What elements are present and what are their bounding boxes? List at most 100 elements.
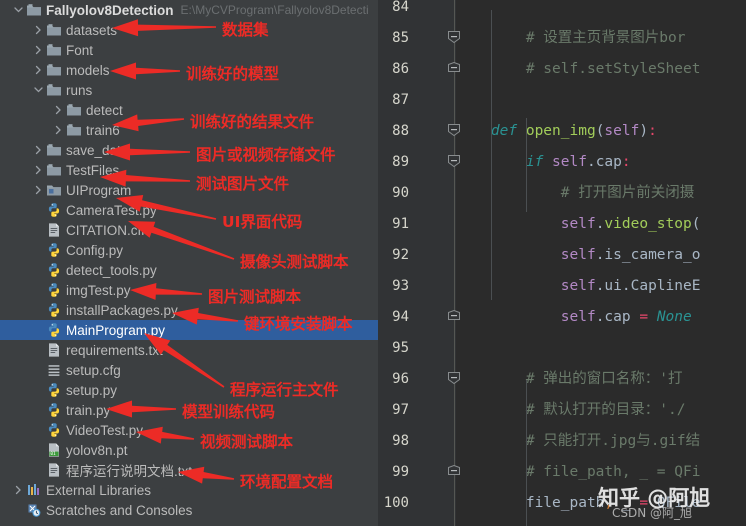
code-line[interactable]: self.video_stop( [456,209,701,240]
chevron-right-icon[interactable] [32,60,45,80]
chevron-right-icon[interactable] [32,140,45,160]
tree-item-label: save_data [66,142,129,158]
code-line[interactable]: # 弹出的窗口名称：'打 [456,364,683,395]
tree-item-label: setup.py [66,382,118,398]
code-line[interactable]: if not file_path: [456,519,674,526]
chevron-placeholder-icon [32,320,45,340]
line-number: 101 [378,519,409,526]
tree-row[interactable]: External Libraries [0,480,378,500]
line-number: 99 [392,464,409,480]
tree-item-label: External Libraries [46,482,152,498]
code-line[interactable]: file_path, _ = QFile [456,488,701,519]
tree-row[interactable]: setup.py [0,380,378,400]
code-line[interactable]: self.cap = None [456,302,692,333]
tree-item-label: Scratches and Consoles [46,502,193,518]
folder-icon [45,62,62,78]
fold-start-marker-icon[interactable] [448,23,461,54]
tree-row[interactable]: TestFiles [0,160,378,180]
line-number: 87 [392,92,409,108]
code-line[interactable]: # 只能打开.jpg与.gif结 [456,426,700,457]
tree-row[interactable]: installPackages.py [0,300,378,320]
editor-gutter[interactable]: 8485868788899091929394959697989910010110… [378,0,456,526]
line-number: 97 [392,402,409,418]
tree-item-label: train6 [86,122,120,138]
tree-row[interactable]: requirements.txt [0,340,378,360]
chevron-right-icon[interactable] [32,20,45,40]
chevron-right-icon[interactable] [32,40,45,60]
config-file-icon [45,362,62,378]
line-number: 91 [392,216,409,232]
tree-row[interactable]: MainProgram.py [0,320,378,340]
line-number: 90 [392,185,409,201]
fold-end-marker-icon[interactable] [448,457,461,488]
chevron-right-icon[interactable] [52,100,65,120]
tree-row[interactable]: 01 yolov8n.pt [0,440,378,460]
tree-row[interactable]: imgTest.py [0,280,378,300]
tree-item-label: TestFiles [66,162,120,178]
code-line[interactable]: def open_img(self): [456,116,657,147]
tree-row[interactable]: 程序运行说明文档.txt [0,460,378,480]
text-file-icon [45,462,62,478]
folder-icon [45,162,62,178]
tree-row-root[interactable]: Fallyolov8Detection E:\MyCVProgram\Fallyo… [0,0,378,20]
folder-icon [65,122,82,138]
chevron-right-icon[interactable] [52,120,65,140]
tree-row[interactable]: VideoTest.py [0,420,378,440]
tree-row[interactable]: detect [0,100,378,120]
fold-start-marker-icon[interactable] [448,364,461,395]
code-editor-panel[interactable]: 8485868788899091929394959697989910010110… [378,0,746,526]
tree-row[interactable]: runs [0,80,378,100]
code-line[interactable]: # 默认打开的目录：'./ [456,395,686,426]
code-line[interactable]: # file_path, _ = QFi [456,457,701,488]
line-number: 93 [392,278,409,294]
fold-end-marker-icon[interactable] [448,302,461,333]
python-file-icon [45,302,62,318]
folder-icon [45,22,62,38]
line-number: 84 [392,0,409,15]
fold-end-marker-icon[interactable] [448,54,461,85]
chevron-right-icon[interactable] [12,480,25,500]
indent-guide [491,10,492,300]
line-number: 98 [392,433,409,449]
chevron-placeholder-icon [12,500,25,520]
folder-icon [45,142,62,158]
chevron-placeholder-icon [32,360,45,380]
tree-row[interactable]: UIProgram [0,180,378,200]
fold-start-marker-icon[interactable] [448,147,461,178]
code-line[interactable]: # self.setStyleSheet [456,54,701,85]
chevron-down-icon[interactable] [12,0,25,20]
fold-start-marker-icon[interactable] [448,116,461,147]
chevron-down-icon[interactable] [32,80,45,100]
chevron-placeholder-icon [32,220,45,240]
line-number: 100 [383,495,409,511]
chevron-right-icon[interactable] [32,160,45,180]
tree-row[interactable]: CITATION.cff [0,220,378,240]
project-tree-panel[interactable]: Fallyolov8Detection E:\MyCVProgram\Fallyo… [0,0,378,526]
tree-row[interactable]: CameraTest.py [0,200,378,220]
tree-item-label: Config.py [66,242,124,258]
chevron-placeholder-icon [32,400,45,420]
chevron-placeholder-icon [32,460,45,480]
tree-row[interactable]: train.py [0,400,378,420]
tree-row[interactable]: Scratches and Consoles [0,500,378,520]
tree-item-label: UIProgram [66,182,132,198]
tree-row[interactable]: Font [0,40,378,60]
tree-row[interactable]: save_data [0,140,378,160]
tree-row[interactable]: datasets [0,20,378,40]
tree-item-label: datasets [66,22,118,38]
tree-row[interactable]: train6 [0,120,378,140]
chevron-right-icon[interactable] [32,180,45,200]
tree-row[interactable]: models [0,60,378,80]
tree-row[interactable]: Config.py [0,240,378,260]
code-line[interactable]: self.is_camera_o [456,240,701,271]
tree-item-label: setup.cfg [66,362,121,378]
code-text-area[interactable]: # 设置主页背景图片bor # self.setStyleSheet def o… [456,0,746,526]
line-number: 94 [392,309,409,325]
tree-row[interactable]: setup.cfg [0,360,378,380]
code-line[interactable]: if self.cap: [456,147,631,178]
python-file-icon [45,402,62,418]
tree-item-label: VideoTest.py [66,422,144,438]
code-line[interactable]: self.ui.CaplineE [456,271,701,302]
tree-row[interactable]: detect_tools.py [0,260,378,280]
tree-item-label: MainProgram.py [66,322,166,338]
